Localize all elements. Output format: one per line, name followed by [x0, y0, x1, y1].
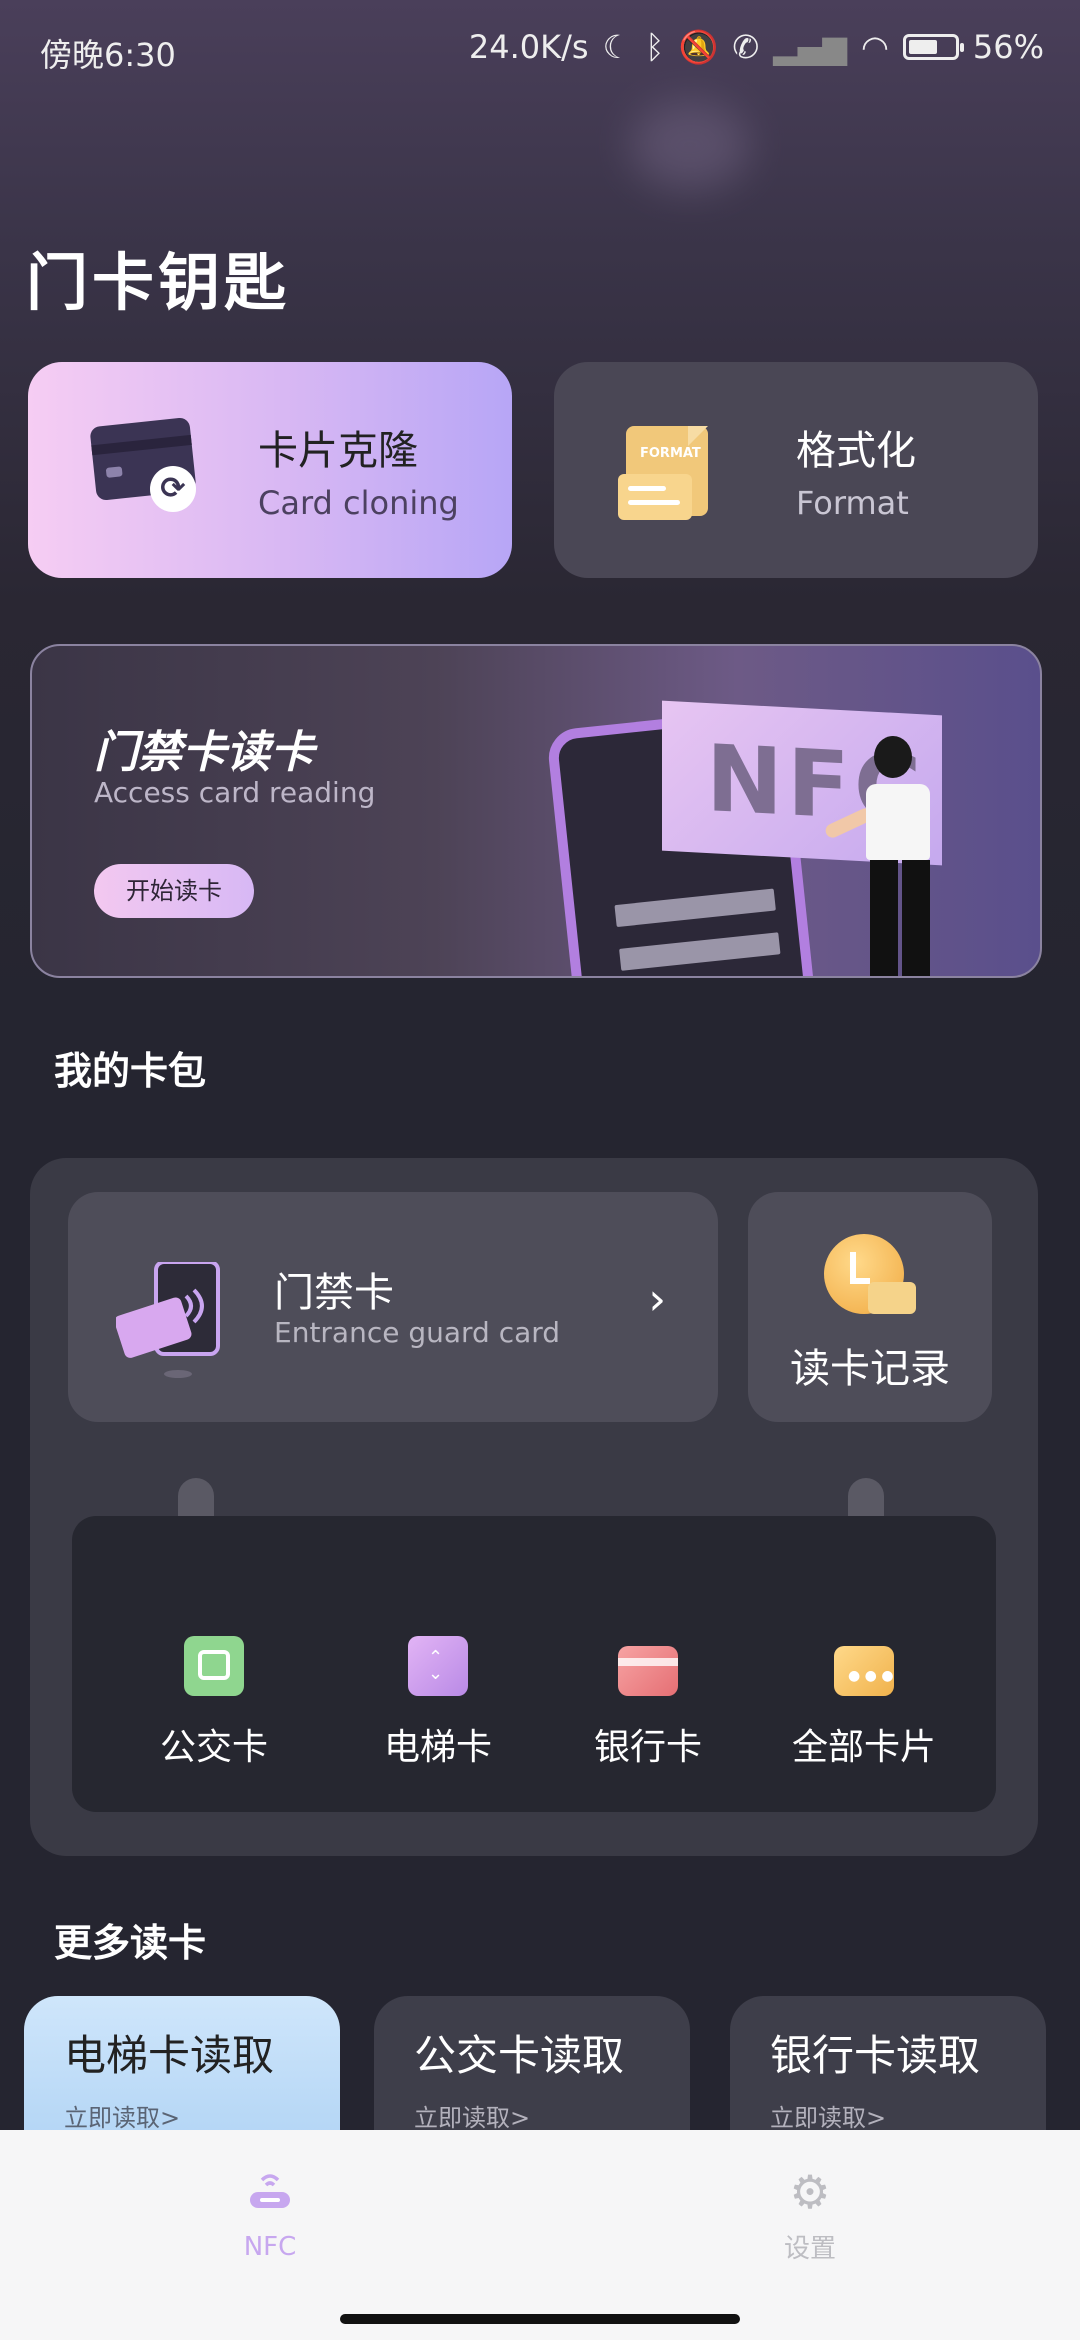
format-file-icon: FORMAT: [618, 426, 708, 520]
elevator-card-icon: ⌃ ⌄: [408, 1636, 468, 1696]
read-now-link[interactable]: 立即读取>: [414, 2098, 530, 2133]
more-item-title: 公交卡读取: [414, 2031, 625, 2080]
format-subtitle: Format: [796, 484, 909, 522]
entrance-guard-card-item[interactable]: 门禁卡 Entrance guard card ›: [68, 1192, 718, 1422]
category-bank-card[interactable]: 银行卡: [558, 1636, 738, 1770]
bluetooth-icon: ᛒ: [645, 28, 665, 66]
decor-blob: [630, 100, 750, 190]
category-label: 全部卡片: [791, 1727, 936, 1768]
status-time: 傍晚6:30: [40, 36, 176, 74]
category-all-cards[interactable]: ● ● ● 全部卡片: [774, 1636, 954, 1770]
format-button[interactable]: FORMAT 格式化 Format: [554, 362, 1038, 578]
banner-subtitle: Access card reading: [94, 776, 376, 809]
more-item-title: 电梯卡读取: [64, 2031, 275, 2080]
wallet-section-title: 我的卡包: [54, 1049, 207, 1093]
banner-title: 门禁卡读卡: [94, 727, 314, 778]
signal-icon: ▂▄▆: [773, 28, 847, 66]
read-record-button[interactable]: 读卡记录: [748, 1192, 992, 1422]
access-card-reading-banner[interactable]: 门禁卡读卡 Access card reading 开始读卡 NFC: [30, 644, 1042, 978]
card-wallet: 门禁卡 Entrance guard card › 读卡记录 公交卡 ⌃ ⌄ 电梯…: [30, 1158, 1038, 1856]
status-icons: 24.0K/s ☾ ᛒ 🔕 ✆ ▂▄▆ ◠ 56%: [469, 28, 1044, 66]
battery-level: 56%: [972, 28, 1044, 66]
bottom-tab-bar: NFC ⚙ 设置: [0, 2130, 1080, 2340]
gate-card-title: 门禁卡: [274, 1270, 394, 1316]
refresh-icon: ⟳: [150, 466, 196, 512]
mute-bell-icon: 🔕: [678, 28, 719, 66]
page-title: 门卡钥匙: [26, 246, 291, 319]
category-label: 公交卡: [159, 1727, 268, 1768]
clone-subtitle: Card cloning: [258, 484, 459, 522]
bank-card-icon: [618, 1646, 678, 1696]
category-label: 银行卡: [593, 1727, 702, 1768]
chevron-right-icon: ›: [648, 1274, 666, 1325]
status-bar: 傍晚6:30 24.0K/s ☾ ᛒ 🔕 ✆ ▂▄▆ ◠ 56%: [0, 0, 1080, 96]
more-section-title: 更多读卡: [54, 1921, 207, 1965]
tab-settings[interactable]: ⚙ 设置: [710, 2165, 910, 2265]
nfc-router-icon: [250, 2174, 290, 2208]
home-indicator[interactable]: [340, 2314, 740, 2324]
network-speed: 24.0K/s: [468, 28, 589, 66]
card-category-shelf: 公交卡 ⌃ ⌄ 电梯卡 银行卡 ● ● ● 全部卡片: [72, 1516, 996, 1812]
category-bus-card[interactable]: 公交卡: [124, 1636, 304, 1770]
tab-nfc[interactable]: NFC: [170, 2170, 370, 2262]
card-clone-button[interactable]: ⟳ 卡片克隆 Card cloning: [28, 362, 512, 578]
moon-icon: ☾: [602, 28, 632, 66]
phone-card-icon: [116, 1262, 220, 1378]
gate-card-subtitle: Entrance guard card: [274, 1316, 561, 1349]
call-icon: ✆: [732, 28, 760, 66]
wifi-icon: ◠: [860, 28, 889, 66]
clone-title: 卡片克隆: [258, 428, 418, 474]
more-item-title: 银行卡读取: [770, 2031, 981, 2080]
tab-settings-label: 设置: [783, 2234, 836, 2264]
battery-icon: [902, 34, 964, 60]
category-elevator-card[interactable]: ⌃ ⌄ 电梯卡: [348, 1636, 528, 1770]
tab-nfc-label: NFC: [243, 2232, 297, 2262]
gear-icon: ⚙: [789, 2165, 831, 2219]
read-now-link[interactable]: 立即读取>: [770, 2098, 886, 2133]
clock-icon: [824, 1234, 916, 1314]
category-label: 电梯卡: [383, 1727, 492, 1768]
read-record-label: 读卡记录: [790, 1346, 950, 1392]
start-reading-button[interactable]: 开始读卡: [94, 864, 254, 918]
bus-card-icon: [184, 1636, 244, 1696]
all-cards-icon: ● ● ●: [834, 1646, 894, 1696]
format-title: 格式化: [796, 428, 916, 474]
format-icon-label: FORMAT: [640, 446, 701, 461]
read-now-link[interactable]: 立即读取>: [64, 2098, 180, 2133]
